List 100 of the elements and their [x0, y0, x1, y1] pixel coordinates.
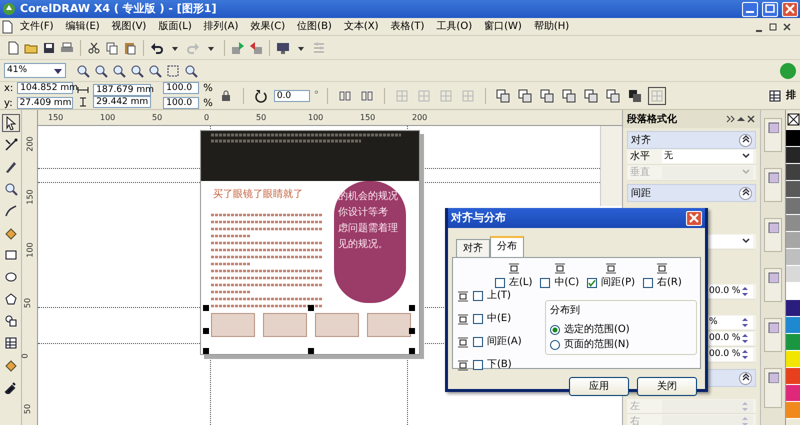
dropdown-field[interactable]: 无	[662, 150, 753, 163]
order-icon[interactable]	[496, 88, 510, 102]
selection-handle[interactable]	[409, 348, 415, 354]
docker-tab[interactable]	[764, 268, 782, 302]
docker-tab[interactable]	[764, 318, 782, 352]
menu-item[interactable]: 窗口(W)	[478, 19, 528, 34]
monitor-icon[interactable]	[276, 40, 290, 54]
color-swatch[interactable]	[786, 368, 800, 385]
selection-handle[interactable]	[409, 305, 415, 311]
print-icon[interactable]	[60, 40, 74, 54]
color-swatch[interactable]	[786, 402, 800, 419]
checkbox[interactable]	[473, 336, 483, 346]
collapse-button[interactable]	[739, 372, 752, 384]
polygon-icon[interactable]	[4, 292, 18, 306]
ellipse-icon[interactable]	[4, 270, 18, 284]
color-swatch[interactable]	[786, 130, 800, 147]
color-swatch[interactable]	[786, 147, 800, 164]
menu-item[interactable]: 位图(B)	[291, 19, 338, 34]
order-icon[interactable]	[628, 88, 642, 102]
color-swatch[interactable]	[786, 300, 800, 317]
restore-button[interactable]	[762, 2, 778, 16]
color-swatch[interactable]	[786, 164, 800, 181]
no-color-icon[interactable]	[786, 113, 800, 126]
restore-icon[interactable]	[768, 20, 778, 32]
color-swatch[interactable]	[786, 181, 800, 198]
color-swatch[interactable]	[786, 249, 800, 266]
checkbox[interactable]	[473, 290, 483, 300]
zoom-frame-icon[interactable]	[166, 64, 180, 78]
selection-handle[interactable]	[203, 348, 209, 354]
arrange-icon[interactable]	[768, 88, 782, 102]
menu-item[interactable]: 编辑(E)	[60, 19, 106, 34]
menu-item[interactable]: 文本(X)	[338, 19, 384, 34]
pointer-icon[interactable]	[4, 116, 18, 130]
new-document-icon[interactable]	[6, 40, 20, 54]
checkbox[interactable]	[473, 360, 483, 370]
radio-button[interactable]	[550, 324, 560, 334]
cut-icon[interactable]	[87, 40, 101, 54]
docker-tab[interactable]	[764, 168, 782, 202]
selection-handle[interactable]	[203, 328, 209, 334]
color-swatch[interactable]	[786, 266, 800, 283]
checkbox[interactable]	[473, 314, 483, 324]
order-icon[interactable]	[606, 88, 620, 102]
order-icon[interactable]	[540, 88, 554, 102]
order-icon[interactable]	[562, 88, 576, 102]
shapes-icon[interactable]	[4, 314, 18, 328]
number-field[interactable]: 00.0 %	[707, 348, 753, 361]
dialog-button[interactable]: 关闭	[637, 377, 697, 396]
color-swatch[interactable]	[786, 317, 800, 334]
menu-item[interactable]: 文件(F)	[14, 19, 60, 34]
selection-handle[interactable]	[308, 348, 314, 354]
bucket-icon[interactable]	[4, 358, 18, 372]
table-icon[interactable]	[4, 336, 18, 350]
close-button[interactable]	[782, 2, 798, 16]
knife-icon[interactable]	[4, 160, 18, 174]
bucket-icon[interactable]	[4, 226, 18, 240]
color-swatch[interactable]	[786, 198, 800, 215]
number-field[interactable]: 00.0 %	[707, 285, 753, 298]
save-icon[interactable]	[42, 40, 56, 54]
zoom-icon[interactable]	[148, 64, 162, 78]
number-field[interactable]: %	[707, 316, 753, 329]
checkbox[interactable]	[643, 278, 654, 288]
dropdown-field[interactable]	[707, 235, 753, 248]
checkbox[interactable]	[540, 278, 550, 288]
zoom-icon[interactable]	[4, 182, 18, 196]
menu-item[interactable]: 表格(T)	[384, 19, 430, 34]
width-field[interactable]: 187.679 mm	[93, 84, 152, 96]
color-swatch[interactable]	[786, 215, 800, 232]
paste-icon[interactable]	[123, 40, 137, 54]
zoom-icon[interactable]	[112, 64, 126, 78]
color-swatch[interactable]	[786, 351, 800, 368]
order-icon[interactable]	[518, 88, 532, 102]
expand-icon[interactable]	[726, 114, 736, 124]
collapse-button[interactable]	[739, 134, 752, 146]
menu-item[interactable]: 工具(O)	[430, 19, 478, 34]
checkbox[interactable]	[495, 278, 505, 288]
selection-handle[interactable]	[409, 328, 415, 334]
copy-icon[interactable]	[105, 40, 119, 54]
scrollbar[interactable]	[600, 126, 622, 206]
menu-item[interactable]: 帮助(H)	[528, 19, 576, 34]
scale-y-field[interactable]: 100.0	[163, 97, 200, 109]
zoom-dropdown[interactable]: 41%	[4, 63, 66, 78]
color-swatch[interactable]	[786, 232, 800, 249]
zoom-in-icon[interactable]	[76, 64, 90, 78]
tab[interactable]: 分布	[490, 236, 524, 257]
order-icon[interactable]	[584, 88, 598, 102]
close-button[interactable]	[686, 210, 702, 226]
color-swatch[interactable]	[786, 283, 800, 300]
zoom-icon[interactable]	[184, 64, 198, 78]
eyedropper-icon[interactable]	[4, 380, 18, 394]
export-icon[interactable]	[249, 40, 263, 54]
scale-x-field[interactable]: 100.0	[163, 82, 200, 94]
zoom-icon[interactable]	[130, 64, 144, 78]
number-field[interactable]: 00.0 %	[707, 332, 753, 345]
dialog-button[interactable]: 应用	[569, 377, 629, 396]
checkbox[interactable]	[587, 278, 598, 288]
docker-tab[interactable]	[764, 368, 782, 408]
menu-item[interactable]: 排列(A)	[198, 19, 244, 34]
selection-handle[interactable]	[203, 305, 209, 311]
collapse-button[interactable]	[739, 186, 752, 200]
color-swatch[interactable]	[786, 334, 800, 351]
